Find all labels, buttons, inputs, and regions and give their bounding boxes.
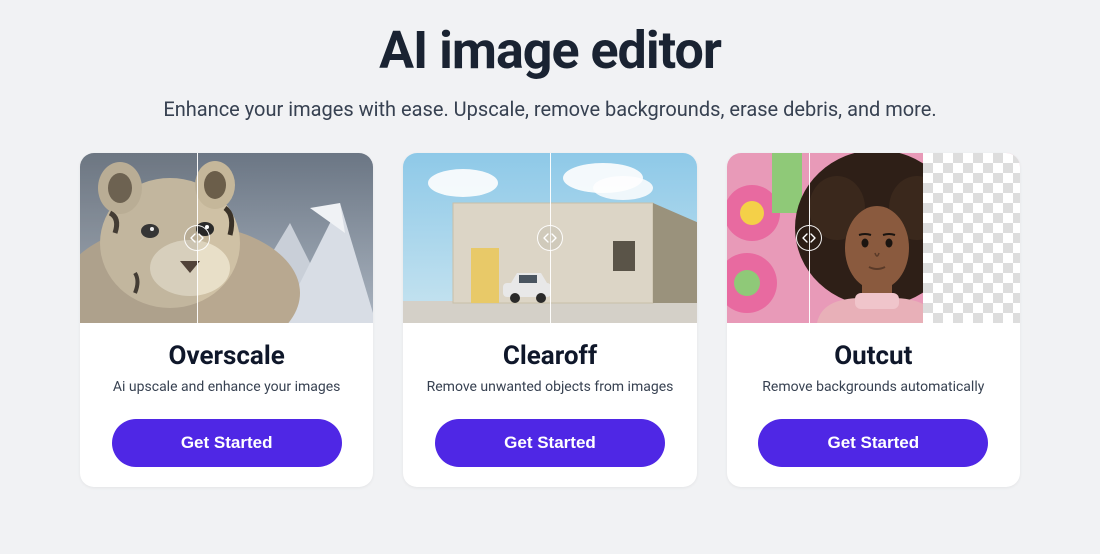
card-image-clearoff [403,153,696,323]
page-subtitle: Enhance your images with ease. Upscale, … [80,97,1020,121]
card-overscale: Overscale Ai upscale and enhance your im… [80,153,373,487]
compare-slider-icon[interactable] [537,225,563,251]
card-title: Clearoff [423,341,676,371]
compare-slider-icon[interactable] [184,225,210,251]
compare-slider-icon[interactable] [796,225,822,251]
get-started-button[interactable]: Get Started [112,419,342,467]
card-image-outcut [727,153,1020,323]
card-clearoff: Clearoff Remove unwanted objects from im… [403,153,696,487]
card-description: Remove backgrounds automatically [747,379,1000,395]
card-description: Ai upscale and enhance your images [100,379,353,395]
card-title: Overscale [100,341,353,371]
feature-cards-row: Overscale Ai upscale and enhance your im… [80,153,1020,487]
get-started-button[interactable]: Get Started [758,419,988,467]
transparency-checker [923,153,1020,323]
card-title: Outcut [747,341,1000,371]
card-description: Remove unwanted objects from images [423,379,676,395]
card-image-overscale [80,153,373,323]
illustration-tiger [80,153,373,323]
get-started-button[interactable]: Get Started [435,419,665,467]
card-outcut: Outcut Remove backgrounds automatically … [727,153,1020,487]
page-title: AI image editor [80,20,1020,81]
